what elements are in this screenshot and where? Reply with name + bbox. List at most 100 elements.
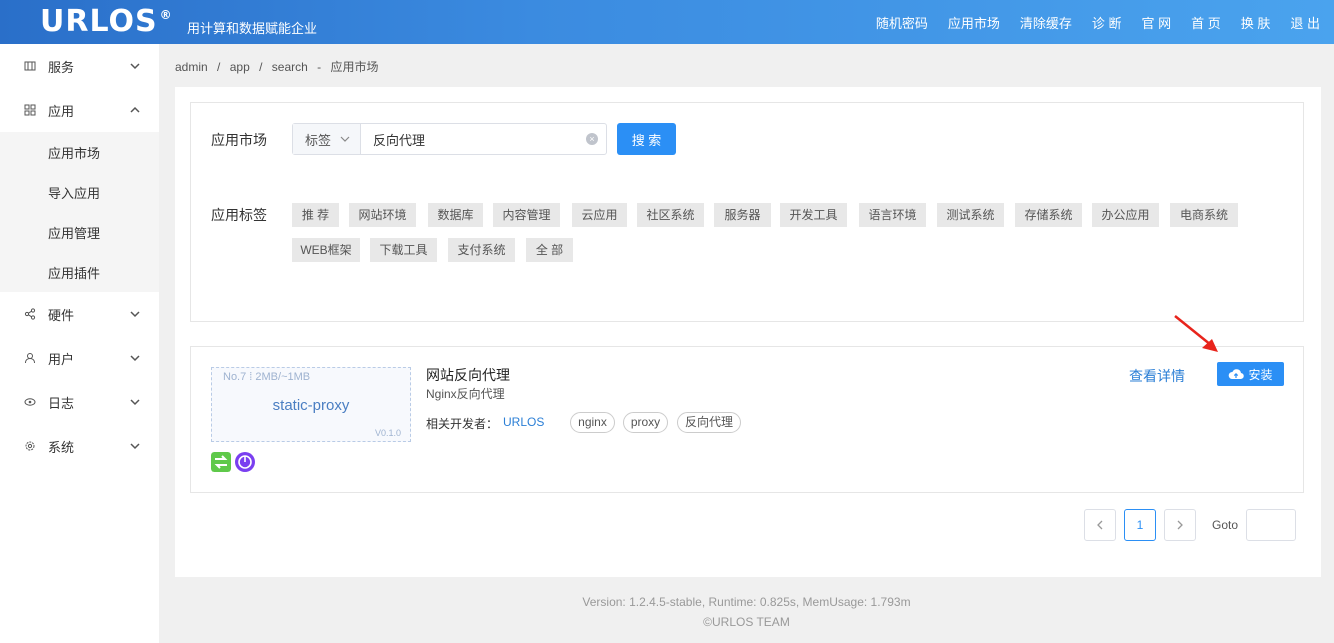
sidebar-item-label: 应用 bbox=[48, 103, 75, 119]
grid-icon bbox=[24, 104, 36, 116]
search-button[interactable]: 搜 索 bbox=[617, 123, 676, 155]
app-thumb-meta: No.7 ⁞ 2MB/~1MB bbox=[223, 371, 311, 383]
nav-logout[interactable]: 退 出 bbox=[1290, 13, 1320, 32]
tag-item[interactable]: WEB框架 bbox=[292, 238, 360, 262]
tag-item[interactable]: 数据库 bbox=[428, 203, 483, 227]
chevron-down-icon bbox=[130, 399, 140, 406]
nav-random-password[interactable]: 随机密码 bbox=[876, 13, 928, 32]
breadcrumb-dash: - bbox=[317, 60, 322, 74]
sidebar-item-label: 用户 bbox=[48, 351, 75, 367]
search-card: 应用市场 标签 × 搜 索 应用标签 推 荐 网站环境 数据库 内容管理 云应用… bbox=[190, 102, 1304, 322]
sidebar-item-hardware[interactable]: 硬件 bbox=[0, 292, 159, 336]
nav-diagnose[interactable]: 诊 断 bbox=[1092, 13, 1122, 32]
tag-item[interactable]: 支付系统 bbox=[448, 238, 515, 262]
power-icon bbox=[235, 452, 255, 472]
chevron-down-icon bbox=[340, 136, 350, 142]
breadcrumb-sep: / bbox=[259, 60, 263, 74]
tag-item[interactable]: 全 部 bbox=[526, 238, 573, 262]
app-card: No.7 ⁞ 2MB/~1MB static-proxy V0.1.0 网站反向… bbox=[190, 346, 1304, 493]
tag-item[interactable]: 开发工具 bbox=[780, 203, 847, 227]
breadcrumb: admin / app / search - 应用市场 bbox=[175, 58, 385, 75]
tag-item[interactable]: 云应用 bbox=[572, 203, 627, 227]
tag-item[interactable]: 办公应用 bbox=[1092, 203, 1159, 227]
clear-icon[interactable]: × bbox=[586, 133, 598, 145]
slogan: 用计算和数据赋能企业 bbox=[187, 21, 318, 36]
chevron-right-icon bbox=[1177, 520, 1183, 530]
switch-icon bbox=[211, 452, 231, 472]
submenu-app-manage[interactable]: 应用管理 bbox=[0, 212, 159, 252]
developer-label: 相关开发者： bbox=[426, 417, 499, 431]
app-thumb-name: static-proxy bbox=[272, 397, 350, 414]
prev-page-button[interactable] bbox=[1084, 509, 1116, 541]
app-submenu: 应用市场 导入应用 应用管理 应用插件 bbox=[0, 132, 159, 292]
tag-item[interactable]: 电商系统 bbox=[1170, 203, 1238, 227]
tag-item[interactable]: 测试系统 bbox=[937, 203, 1004, 227]
submenu-import-app[interactable]: 导入应用 bbox=[0, 172, 159, 212]
sidebar-item-app[interactable]: 应用 bbox=[0, 88, 159, 132]
search-label: 应用市场 bbox=[211, 132, 267, 148]
breadcrumb-admin[interactable]: admin bbox=[175, 60, 208, 74]
chevron-up-icon bbox=[130, 106, 140, 113]
logo[interactable]: URLOS ® bbox=[40, 4, 173, 39]
share-icon bbox=[24, 308, 36, 320]
nav-home[interactable]: 首 页 bbox=[1191, 13, 1221, 32]
developer-link[interactable]: URLOS bbox=[503, 415, 544, 429]
chevron-down-icon bbox=[130, 63, 140, 70]
app-tag-pill[interactable]: 反向代理 bbox=[677, 412, 741, 433]
submenu-app-plugin[interactable]: 应用插件 bbox=[0, 252, 159, 292]
install-button-label: 安装 bbox=[1248, 367, 1273, 382]
app-title[interactable]: 网站反向代理 bbox=[426, 365, 510, 385]
search-type-value: 标签 bbox=[305, 132, 332, 148]
nav-skin[interactable]: 换 肤 bbox=[1241, 13, 1271, 32]
nav-official-site[interactable]: 官 网 bbox=[1142, 13, 1172, 32]
next-page-button[interactable] bbox=[1164, 509, 1196, 541]
chevron-left-icon bbox=[1097, 520, 1103, 530]
app-tag-pill[interactable]: nginx bbox=[570, 412, 615, 433]
tag-item[interactable]: 网站环境 bbox=[349, 203, 416, 227]
nav-clear-cache[interactable]: 清除缓存 bbox=[1020, 13, 1072, 32]
search-input[interactable] bbox=[361, 124, 606, 154]
install-button[interactable]: 安装 bbox=[1217, 362, 1284, 386]
tags-label: 应用标签 bbox=[211, 207, 267, 223]
tag-item[interactable]: 存储系统 bbox=[1015, 203, 1082, 227]
gear-icon bbox=[25, 441, 35, 451]
chevron-down-icon bbox=[130, 443, 140, 450]
sidebar-item-user[interactable]: 用户 bbox=[0, 336, 159, 380]
pointer-arrow-icon bbox=[1174, 315, 1218, 352]
nav-app-market[interactable]: 应用市场 bbox=[948, 13, 1000, 32]
top-nav: 随机密码 应用市场 清除缓存 诊 断 官 网 首 页 换 肤 退 出 bbox=[856, 0, 1320, 44]
footer-copyright: ©URLOS TEAM bbox=[703, 615, 790, 629]
view-details-link[interactable]: 查看详情 bbox=[1129, 366, 1185, 386]
app-tag-pill[interactable]: proxy bbox=[623, 412, 668, 433]
sidebar-item-label: 硬件 bbox=[48, 307, 75, 323]
sidebar-item-label: 日志 bbox=[48, 395, 75, 411]
sidebar-item-label: 系统 bbox=[48, 439, 75, 455]
tag-item[interactable]: 社区系统 bbox=[637, 203, 704, 227]
eye-icon bbox=[24, 398, 36, 406]
tag-item[interactable]: 内容管理 bbox=[493, 203, 560, 227]
app-thumb-version: V0.1.0 bbox=[374, 428, 401, 438]
tag-item[interactable]: 语言环境 bbox=[859, 203, 926, 227]
tag-item[interactable]: 推 荐 bbox=[292, 203, 339, 227]
search-type-select[interactable]: 标签 bbox=[293, 124, 361, 154]
tag-item[interactable]: 下载工具 bbox=[370, 238, 437, 262]
sidebar-item-service[interactable]: 服务 bbox=[0, 44, 159, 88]
main-panel: 应用市场 标签 × 搜 索 应用标签 推 荐 网站环境 数据库 内容管理 云应用… bbox=[175, 87, 1321, 577]
sidebar-item-label: 服务 bbox=[48, 59, 75, 75]
breadcrumb-current: 应用市场 bbox=[330, 60, 379, 74]
goto-label: Goto bbox=[1212, 518, 1239, 532]
user-icon bbox=[25, 353, 35, 364]
chevron-down-icon bbox=[130, 311, 140, 318]
sidebar-item-log[interactable]: 日志 bbox=[0, 380, 159, 424]
page-button-1[interactable]: 1 bbox=[1124, 509, 1156, 541]
breadcrumb-app[interactable]: app bbox=[230, 60, 250, 74]
tag-item[interactable]: 服务器 bbox=[714, 203, 771, 227]
sidebar-item-system[interactable]: 系统 bbox=[0, 424, 159, 468]
cloud-upload-icon bbox=[1229, 369, 1245, 380]
top-header: URLOS ® 用计算和数据赋能企业 随机密码 应用市场 清除缓存 诊 断 官 网… bbox=[0, 0, 1334, 44]
submenu-app-market[interactable]: 应用市场 bbox=[0, 132, 159, 172]
chevron-down-icon bbox=[130, 355, 140, 362]
app-thumbnail[interactable]: No.7 ⁞ 2MB/~1MB static-proxy V0.1.0 bbox=[211, 367, 411, 442]
service-icon bbox=[24, 61, 36, 71]
goto-input[interactable] bbox=[1246, 509, 1296, 541]
